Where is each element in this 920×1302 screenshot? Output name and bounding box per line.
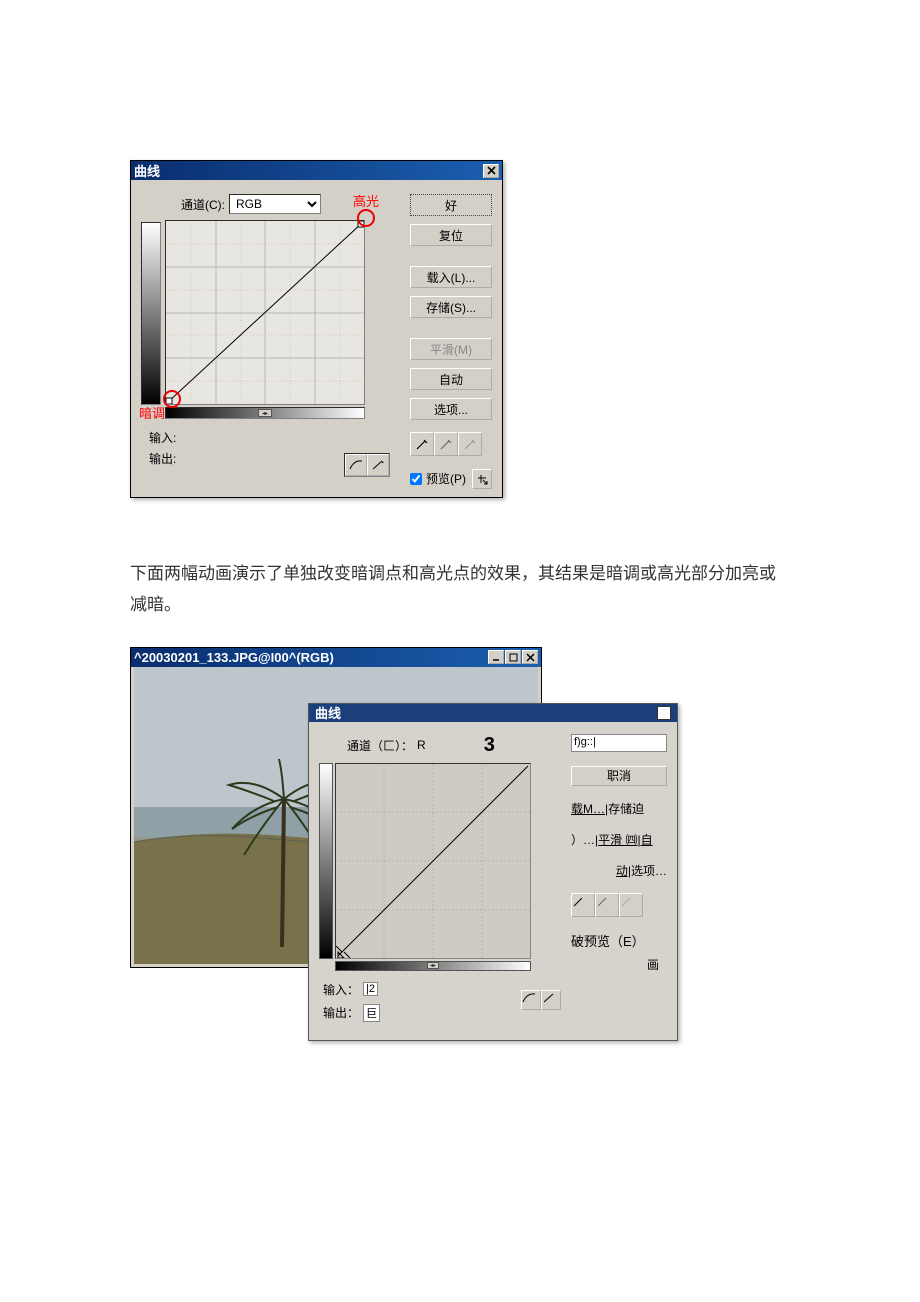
d2-cancel-button[interactable]: 职消 [571,766,667,786]
d2-input-label: 输入： [323,981,359,998]
image-window-titlebar: ^20030201_133.JPG@I00^(RGB) [131,648,541,667]
input-label: 输入: [149,429,398,446]
second-figure: ^20030201_133.JPG@I00^(RGB) [130,647,790,1087]
minimize-icon[interactable] [488,650,504,664]
horizontal-gradient[interactable]: ◂▸ [165,407,365,419]
curves-dialog-2: 曲线 通道（匚）： R 3 [308,703,678,1041]
d2-pencil-icon[interactable] [541,990,561,1010]
d2-channel-value: R [417,738,426,752]
close-icon[interactable] [522,650,538,664]
channel-select[interactable]: RGB [229,194,321,214]
eyedropper-row [410,432,492,456]
channel-label: 通道(C): [181,196,225,213]
titlebar2: 曲线 [309,704,677,722]
right-column: 好 复位 载入(L)... 存储(S)... 平滑(M) 自动 选项... 预览… [410,194,492,487]
preview-checkbox[interactable] [410,473,422,485]
reset-button[interactable]: 复位 [410,224,492,246]
maximize-icon[interactable] [505,650,521,664]
d2-smooth-line: ）…|平滑 ㈣|自 [571,831,667,848]
highlight-annotation: 高光 [353,191,379,210]
close-icon[interactable] [657,706,671,720]
d2-eyedroppers [571,893,667,917]
vertical-gradient [141,222,161,405]
curve-mode-pencil-icon[interactable] [367,454,389,476]
d2-output-label: 输出： [323,1004,359,1021]
graph-area [141,220,398,405]
eyedropper-white-icon[interactable] [458,432,482,456]
d2-left: 通道（匚）： R 3 [319,734,563,1028]
d2-spline-icon[interactable] [521,990,541,1010]
left-column: 通道(C): RGB [141,194,398,487]
ok-button[interactable]: 好 [410,194,492,216]
dialog2-title: 曲线 [315,703,341,722]
d2-output-value[interactable]: 巨 [363,1004,380,1022]
auto-button[interactable]: 自动 [410,368,492,390]
d2-hua: 画 [571,956,667,973]
swap-arrows-icon[interactable]: ◂▸ [258,409,272,417]
d2-right: f)g::| 职消 载M…|存储迫 ）…|平滑 ㈣|自 动|选项… 破预览（E）… [571,734,667,1028]
d2-curve-graph[interactable] [335,763,531,959]
image-window-title: ^20030201_133.JPG@I00^(RGB) [134,650,334,665]
body-paragraph: 下面两幅动画演示了单独改变暗调点和高光点的效果，其结果是暗调或高光部分加亮或减暗… [130,558,790,621]
save-button[interactable]: 存储(S)... [410,296,492,318]
d2-preview: 破预览（E） [571,931,667,950]
eyedropper-gray-icon[interactable] [595,893,619,917]
titlebar: 曲线 [131,161,502,180]
window-buttons [488,650,538,664]
load-button[interactable]: 载入(L)... [410,266,492,288]
d2-hstrip[interactable]: ◂▸ [335,961,531,971]
d2-channel-row: 通道（匚）： R 3 [347,734,563,757]
smooth-button: 平滑(M) [410,338,492,360]
expand-icon[interactable] [472,469,492,489]
d2-channel-label: 通道（匚）： [347,737,413,754]
d2-load-save-line: 载M…|存储迫 [571,800,667,817]
curve-mode-buttons [344,453,390,477]
eyedropper-gray-icon[interactable] [434,432,458,456]
d2-mode-buttons [521,990,561,1010]
curve-mode-spline-icon[interactable] [345,454,367,476]
d2-vstrip [319,763,333,959]
d2-graph [319,763,563,959]
dialog-title: 曲线 [134,161,160,180]
dialog-body: 通道(C): RGB [131,180,502,497]
preview-label: 预览(P) [426,470,466,487]
curves-dialog-1: 曲线 通道(C): RGB [130,160,503,498]
d2-input-value[interactable]: |2 [363,982,378,996]
curve-graph[interactable] [165,220,365,405]
shadow-circle [163,390,181,408]
shadow-annotation: 暗调 [139,403,165,422]
options-button[interactable]: 选项... [410,398,492,420]
eyedropper-black-icon[interactable] [571,893,595,917]
close-icon[interactable] [483,164,499,178]
eyedropper-black-icon[interactable] [410,432,434,456]
eyedropper-white-icon[interactable] [619,893,643,917]
d2-top-box[interactable]: f)g::| [571,734,667,752]
d2-options-line: 动|选项… [571,862,667,879]
dialog2-body: 通道（匚）： R 3 [309,722,677,1040]
highlight-circle [357,209,375,227]
d2-num: 3 [484,734,495,757]
